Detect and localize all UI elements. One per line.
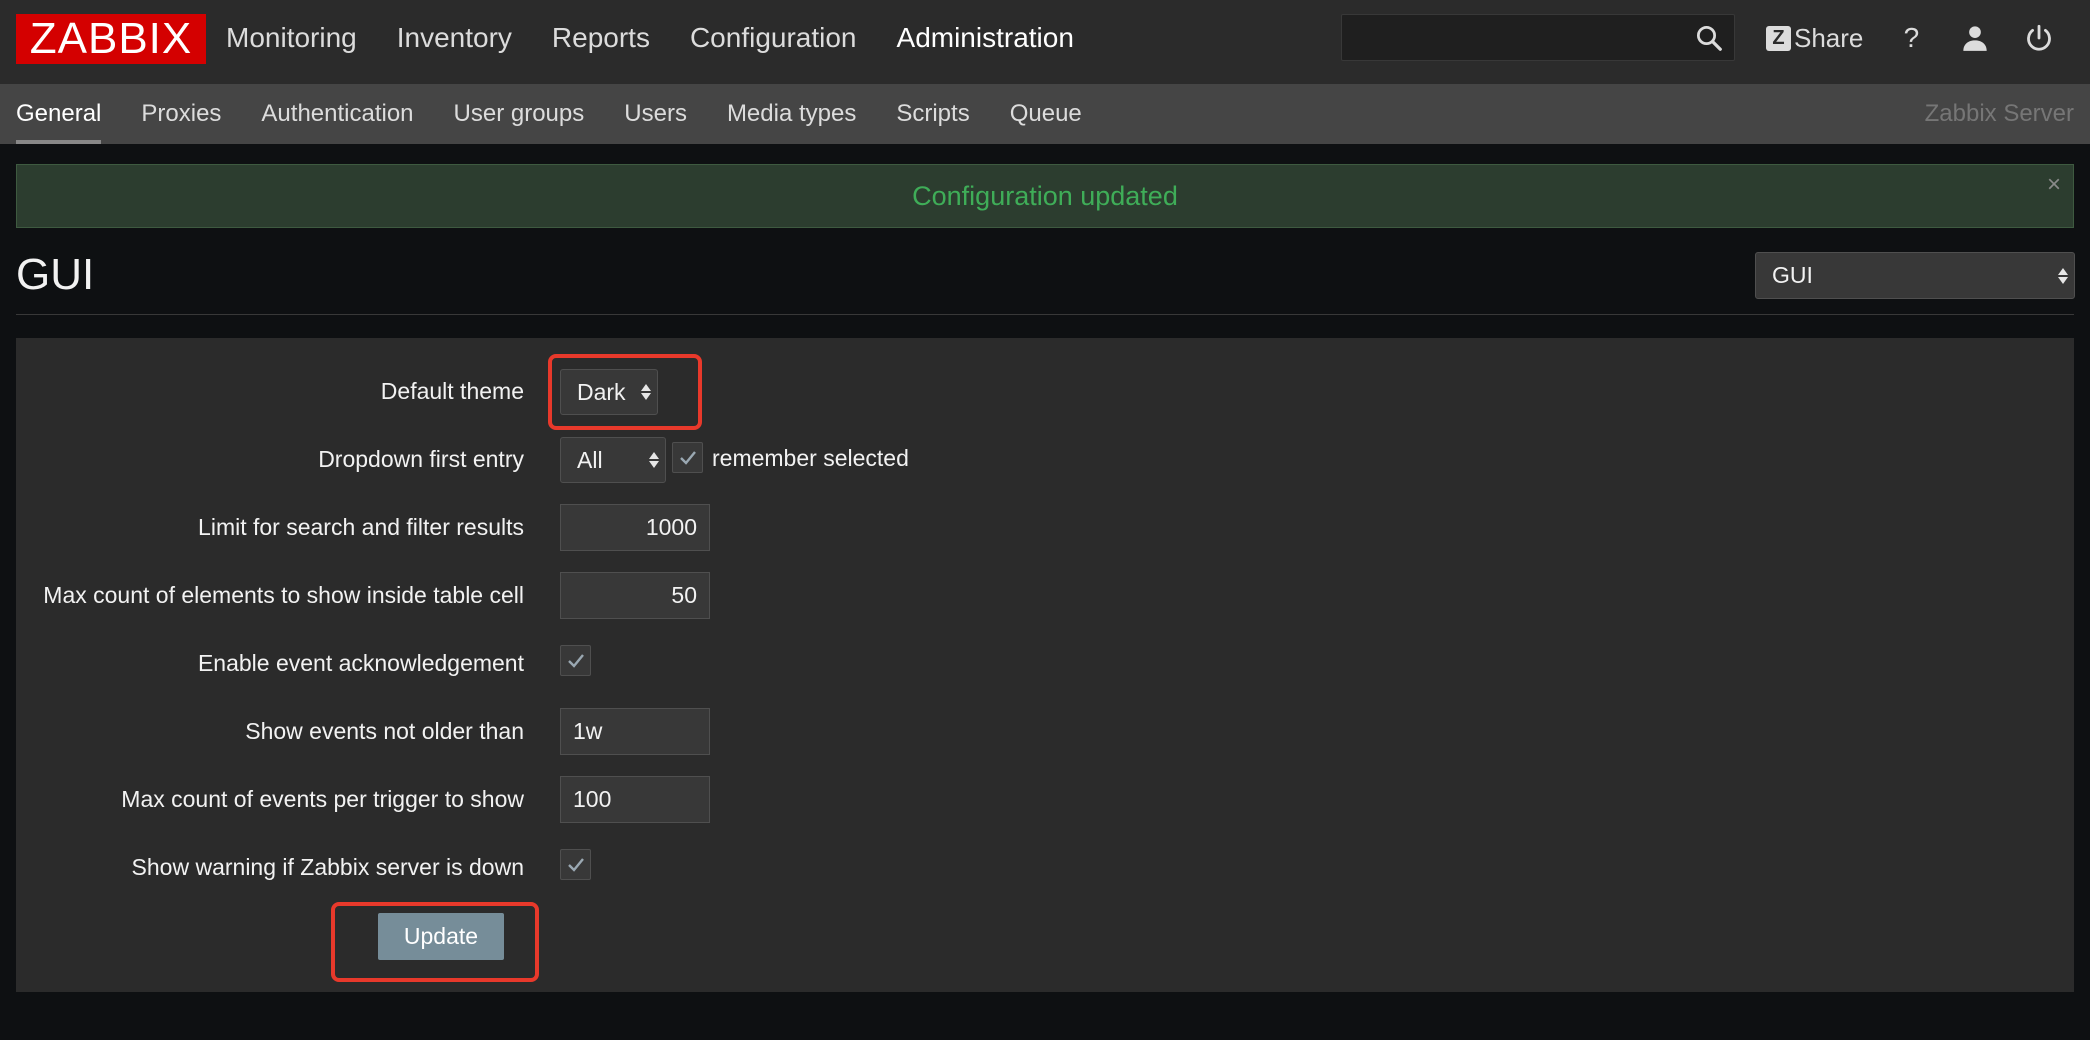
server-name: Zabbix Server	[1924, 100, 2074, 127]
max-events-per-trigger-label: Max count of events per trigger to show	[121, 786, 524, 812]
event-ack-checkbox[interactable]	[560, 645, 591, 676]
search-limit-input[interactable]: 1000	[560, 504, 710, 551]
subnav-proxies[interactable]: Proxies	[141, 84, 221, 144]
highlight-update-button	[331, 902, 539, 982]
share-label: Share	[1794, 22, 1864, 53]
nav-reports[interactable]: Reports	[552, 22, 650, 54]
subnav-users[interactable]: Users	[624, 84, 687, 144]
nav-monitoring[interactable]: Monitoring	[226, 22, 357, 54]
share-button[interactable]: Z Share	[1766, 23, 1863, 54]
gui-settings-form: Default theme Dark Dropdown first entry …	[16, 338, 2074, 992]
header-divider	[16, 314, 2074, 315]
default-theme-label: Default theme	[380, 378, 524, 404]
max-table-cell-input[interactable]: 50	[560, 572, 710, 619]
nav-administration[interactable]: Administration	[897, 22, 1074, 54]
dropdown-first-entry-label: Dropdown first entry	[318, 446, 524, 472]
server-down-warning-label: Show warning if Zabbix server is down	[131, 854, 524, 880]
subnav-queue[interactable]: Queue	[1010, 84, 1082, 144]
max-events-per-trigger-input[interactable]: 100	[560, 776, 710, 823]
search-limit-label: Limit for search and filter results	[198, 514, 524, 540]
dropdown-first-entry-select[interactable]: All	[560, 437, 666, 483]
section-select[interactable]: GUI	[1755, 252, 2075, 299]
help-icon[interactable]: ?	[1895, 22, 1927, 54]
checkmark-icon	[567, 857, 584, 872]
sub-nav: General Proxies Authentication User grou…	[0, 84, 2090, 144]
select-arrows-icon	[649, 452, 659, 468]
events-not-older-label: Show events not older than	[245, 718, 524, 744]
top-bar: ZABBIX Monitoring Inventory Reports Conf…	[0, 0, 2090, 84]
search-icon[interactable]	[1694, 23, 1724, 53]
remember-selected-label: remember selected	[712, 445, 909, 471]
subnav-authentication[interactable]: Authentication	[261, 84, 413, 144]
event-ack-label: Enable event acknowledgement	[197, 650, 524, 676]
checkmark-icon	[567, 653, 584, 668]
server-down-warning-checkbox[interactable]	[560, 849, 591, 880]
nav-inventory[interactable]: Inventory	[397, 22, 512, 54]
checkmark-icon	[679, 450, 696, 465]
nav-configuration[interactable]: Configuration	[690, 22, 857, 54]
highlight-default-theme	[548, 354, 702, 430]
subnav-general[interactable]: General	[16, 84, 102, 144]
remember-selected-checkbox[interactable]	[672, 442, 703, 473]
success-message: Configuration updated ×	[16, 164, 2074, 228]
select-arrows-icon	[2058, 267, 2068, 284]
subnav-user-groups[interactable]: User groups	[454, 84, 585, 144]
user-profile-icon[interactable]	[1959, 22, 1991, 54]
share-icon: Z	[1766, 25, 1791, 51]
section-select-value: GUI	[1772, 262, 1813, 288]
events-not-older-input[interactable]: 1w	[560, 708, 710, 755]
search-input[interactable]	[1341, 14, 1735, 61]
main-nav: Monitoring Inventory Reports Configurati…	[226, 0, 1114, 76]
subnav-media-types[interactable]: Media types	[727, 84, 856, 144]
success-message-text: Configuration updated	[912, 180, 1178, 211]
header-tools: Z Share ?	[1766, 16, 2055, 60]
dropdown-first-entry-value: All	[577, 446, 603, 473]
page-title: GUI	[16, 250, 95, 299]
subnav-scripts[interactable]: Scripts	[896, 84, 969, 144]
close-icon[interactable]: ×	[2047, 171, 2061, 199]
power-icon[interactable]	[2023, 22, 2055, 54]
max-table-cell-label: Max count of elements to show inside tab…	[43, 582, 524, 608]
zabbix-logo[interactable]: ZABBIX	[16, 14, 206, 64]
